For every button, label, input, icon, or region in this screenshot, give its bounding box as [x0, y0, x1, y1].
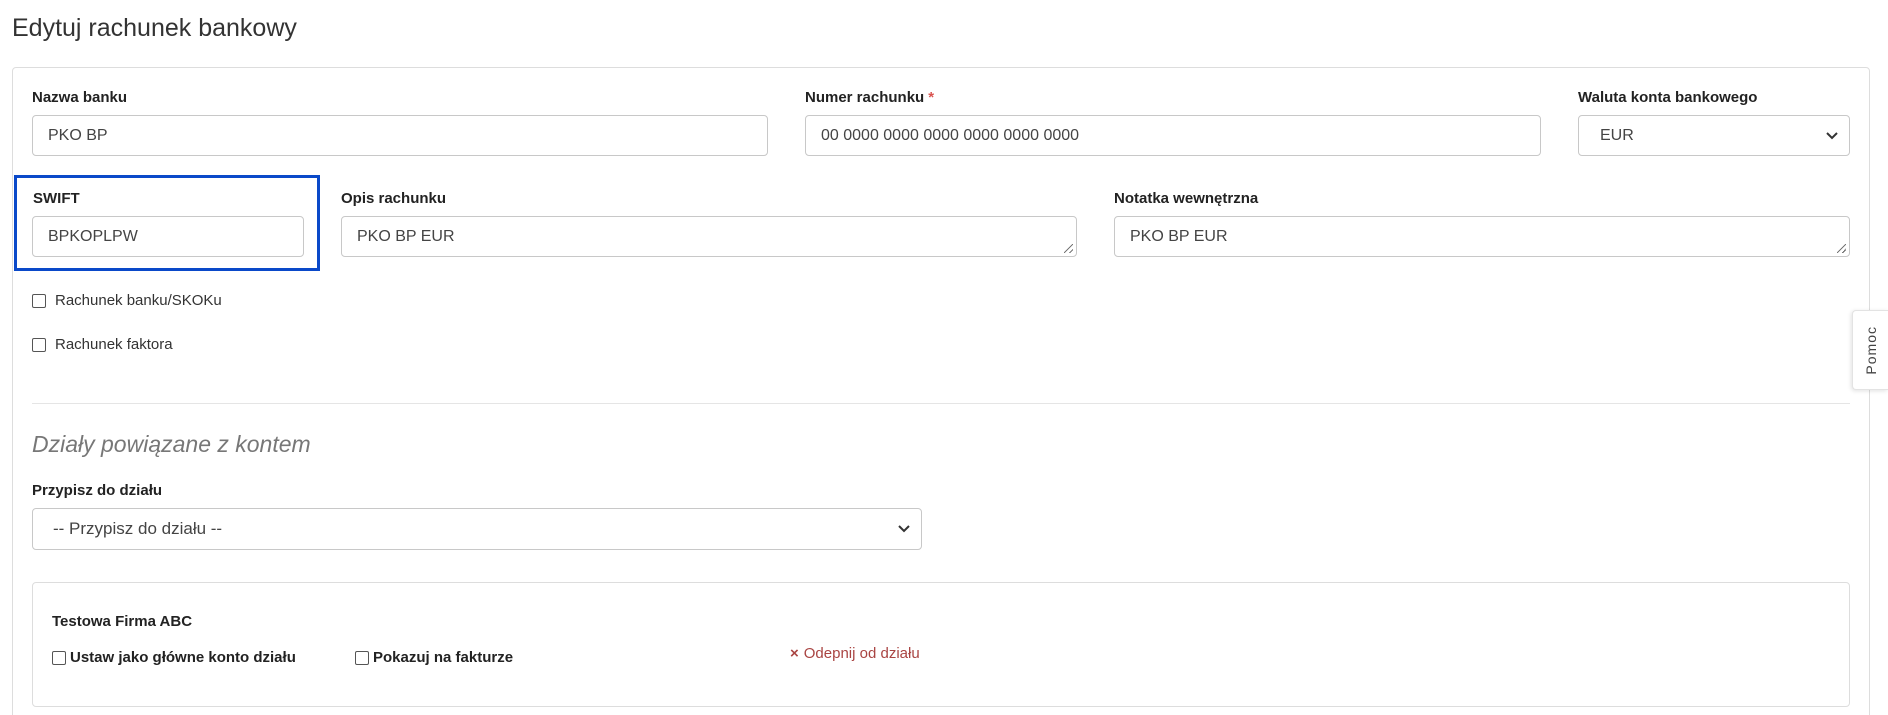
show-on-invoice-checkbox-row[interactable]: Pokazuj na fakturze: [355, 649, 513, 666]
show-on-invoice-checkbox[interactable]: [355, 650, 369, 665]
swift-input[interactable]: BPKOPLPW: [32, 216, 304, 257]
bank-skok-checkbox-label: Rachunek banku/SKOKu: [55, 292, 222, 309]
main-account-checkbox[interactable]: [52, 650, 66, 665]
department-card: [32, 582, 1850, 707]
department-name: Testowa Firma ABC: [52, 613, 193, 630]
unpin-department-link[interactable]: × Odepnij od działu: [790, 645, 920, 662]
chevron-down-icon: [897, 522, 911, 536]
description-label: Opis rachunku: [341, 190, 447, 207]
internal-note-textarea[interactable]: PKO BP EUR: [1114, 216, 1850, 257]
page-title: Edytuj rachunek bankowy: [12, 14, 297, 42]
chevron-down-icon: [1825, 129, 1839, 143]
help-tab[interactable]: Pomoc: [1852, 310, 1888, 390]
resize-handle-icon[interactable]: [1064, 244, 1073, 253]
factor-checkbox-row[interactable]: Rachunek faktora: [32, 336, 173, 353]
edit-bank-account-page: Edytuj rachunek bankowy Nazwa banku PKO …: [0, 0, 1888, 715]
assign-department-label: Przypisz do działu: [32, 482, 163, 499]
unpin-department-label: Odepnij od działu: [803, 645, 920, 662]
close-icon: ×: [790, 645, 799, 662]
section-divider: [32, 403, 1850, 404]
factor-checkbox[interactable]: [32, 337, 46, 352]
bank-name-value: PKO BP: [48, 126, 108, 144]
bank-name-label: Nazwa banku: [32, 89, 128, 106]
factor-checkbox-label: Rachunek faktora: [55, 336, 173, 353]
bank-name-input[interactable]: PKO BP: [32, 115, 768, 156]
required-mark: *: [928, 89, 935, 106]
currency-select[interactable]: EUR: [1578, 115, 1850, 156]
account-number-label-text: Numer rachunku: [805, 89, 925, 106]
bank-skok-checkbox[interactable]: [32, 293, 46, 308]
main-account-checkbox-row[interactable]: Ustaw jako główne konto działu: [52, 649, 296, 666]
departments-heading: Działy powiązane z kontem: [32, 431, 311, 457]
description-textarea[interactable]: PKO BP EUR: [341, 216, 1077, 257]
show-on-invoice-checkbox-label: Pokazuj na fakturze: [373, 649, 514, 666]
account-number-value: 00 0000 0000 0000 0000 0000 0000: [821, 126, 1080, 144]
internal-note-label: Notatka wewnętrzna: [1114, 190, 1259, 207]
internal-note-value: PKO BP EUR: [1130, 227, 1228, 245]
main-account-checkbox-label: Ustaw jako główne konto działu: [70, 649, 296, 666]
description-value: PKO BP EUR: [357, 227, 455, 245]
account-number-input[interactable]: 00 0000 0000 0000 0000 0000 0000: [805, 115, 1541, 156]
currency-value: EUR: [1600, 126, 1634, 144]
assign-department-value: -- Przypisz do działu --: [53, 519, 223, 538]
bank-skok-checkbox-row[interactable]: Rachunek banku/SKOKu: [32, 292, 222, 309]
resize-handle-icon[interactable]: [1837, 244, 1846, 253]
currency-label: Waluta konta bankowego: [1578, 89, 1758, 106]
swift-label: SWIFT: [33, 190, 80, 207]
help-tab-label: Pomoc: [1862, 325, 1879, 375]
account-number-label: Numer rachunku *: [805, 89, 934, 106]
assign-department-select[interactable]: -- Przypisz do działu --: [32, 508, 922, 550]
swift-value: BPKOPLPW: [48, 227, 138, 245]
